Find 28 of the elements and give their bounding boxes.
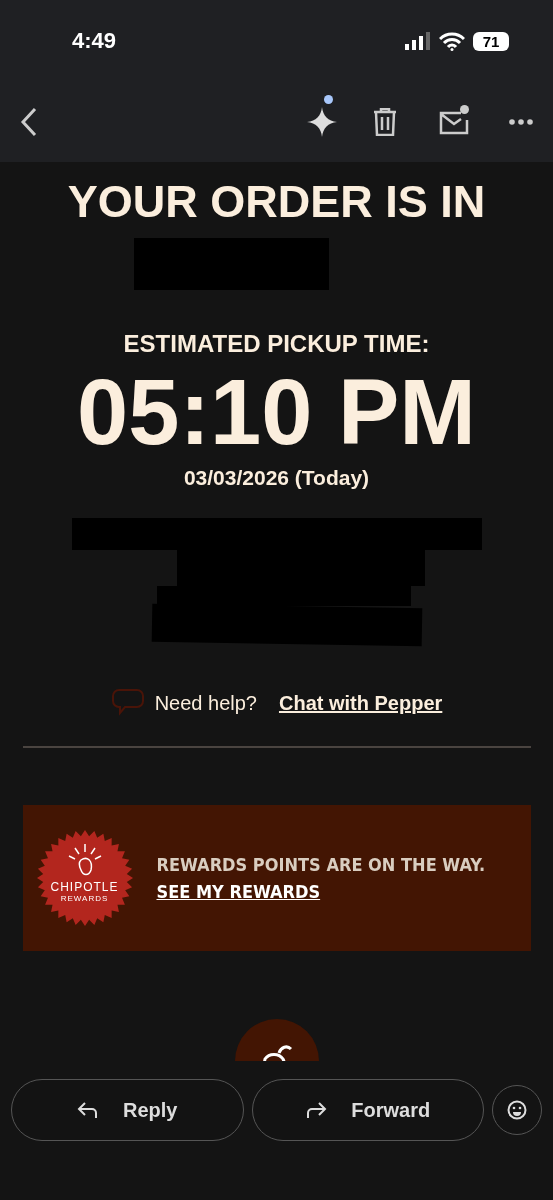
headline: YOUR ORDER IS IN (67, 176, 486, 228)
sparkle-icon[interactable] (307, 107, 337, 137)
chat-bubble-icon (110, 688, 145, 718)
battery-level: 71 (473, 31, 509, 51)
forward-icon (305, 1101, 328, 1119)
wifi-icon (439, 31, 465, 51)
pepper-logo-icon (234, 1019, 319, 1061)
mail-icon[interactable] (439, 109, 469, 135)
action-button[interactable]: Reply (11, 1079, 244, 1141)
pickup-date: 03/03/2026 (Today) (183, 466, 370, 490)
rewards-message: REWARDS POINTS ARE ON THE WAY. (156, 854, 486, 875)
chat-link[interactable]: Chat with Pepper (278, 691, 443, 715)
trash-icon[interactable] (373, 108, 397, 136)
smiley-icon (507, 1100, 527, 1120)
emoji-button[interactable] (492, 1085, 542, 1135)
action-button[interactable]: Forward (251, 1079, 484, 1141)
seal-subtitle: REWARDS (60, 894, 109, 904)
seal-icon (36, 830, 133, 926)
rewards-link[interactable]: SEE MY REWARDS (156, 881, 486, 902)
reply-icon (77, 1101, 99, 1119)
more-icon[interactable] (509, 119, 533, 125)
signal-icon (405, 32, 431, 50)
pickup-time: 05:10 PM (77, 362, 476, 462)
status-time: 4:49 (72, 28, 117, 54)
pickup-label: ESTIMATED PICKUP TIME: (123, 330, 430, 358)
seal-title: CHIPOTLE (50, 880, 119, 895)
back-icon[interactable] (20, 107, 38, 137)
help-text: Need help? (154, 691, 257, 715)
